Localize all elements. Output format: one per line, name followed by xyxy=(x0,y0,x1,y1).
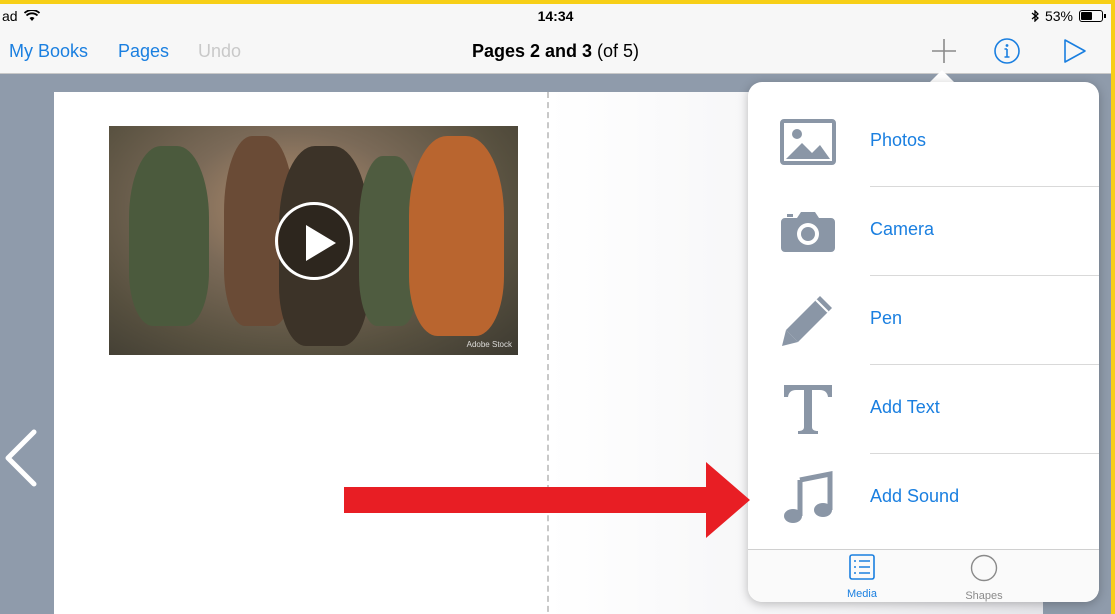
previous-page-arrow-icon[interactable] xyxy=(2,428,38,488)
stock-watermark: Adobe Stock xyxy=(466,340,512,349)
pen-icon xyxy=(782,296,832,346)
play-preview-icon[interactable] xyxy=(1062,37,1088,65)
navigation-bar: My Books Pages Undo Pages 2 and 3 (of 5) xyxy=(0,28,1111,74)
pen-label: Pen xyxy=(870,308,903,328)
info-icon[interactable] xyxy=(993,37,1021,65)
tab-shapes-label: Shapes xyxy=(965,590,1003,602)
video-thumbnail[interactable]: Adobe Stock xyxy=(109,126,518,355)
battery-icon xyxy=(1079,10,1106,22)
music-note-icon xyxy=(784,470,833,523)
page-title-bold: Pages 2 and 3 xyxy=(471,41,593,61)
battery-percent: 53% xyxy=(1044,8,1073,24)
tab-shapes[interactable]: Shapes xyxy=(944,554,1024,602)
list-icon xyxy=(849,554,875,580)
insert-popover: Photos Camera Pen Add Text Add Sound Med… xyxy=(748,82,1099,602)
popover-tab-bar: Media Shapes xyxy=(748,549,1099,602)
text-icon xyxy=(784,385,832,434)
play-video-button[interactable] xyxy=(275,202,353,280)
status-time: 14:34 xyxy=(537,8,574,24)
red-annotation-arrow-icon xyxy=(344,462,750,538)
menu-item-camera[interactable]: Camera xyxy=(748,187,1099,276)
plus-icon[interactable] xyxy=(930,37,958,65)
camera-label: Camera xyxy=(870,219,935,239)
bluetooth-icon xyxy=(1031,10,1039,22)
add-text-label: Add Text xyxy=(870,397,940,417)
camera-icon xyxy=(781,212,835,252)
tab-media[interactable]: Media xyxy=(822,554,902,600)
circle-icon xyxy=(970,554,998,582)
menu-item-photos[interactable]: Photos xyxy=(748,98,1099,187)
page-title-count: (of 5) xyxy=(592,41,640,61)
menu-item-pen[interactable]: Pen xyxy=(748,276,1099,365)
add-sound-label: Add Sound xyxy=(870,486,960,506)
photos-label: Photos xyxy=(870,130,927,150)
status-bar: ad 14:34 53% xyxy=(0,4,1111,28)
menu-item-add-text[interactable]: Add Text xyxy=(748,365,1099,454)
tab-media-label: Media xyxy=(847,588,877,600)
ipad-screen: ad 14:34 53% My Books Pages Undo Pages 2… xyxy=(0,4,1111,614)
menu-item-add-sound[interactable]: Add Sound xyxy=(748,454,1099,543)
frame-border xyxy=(1111,0,1115,614)
photos-icon xyxy=(780,119,836,165)
